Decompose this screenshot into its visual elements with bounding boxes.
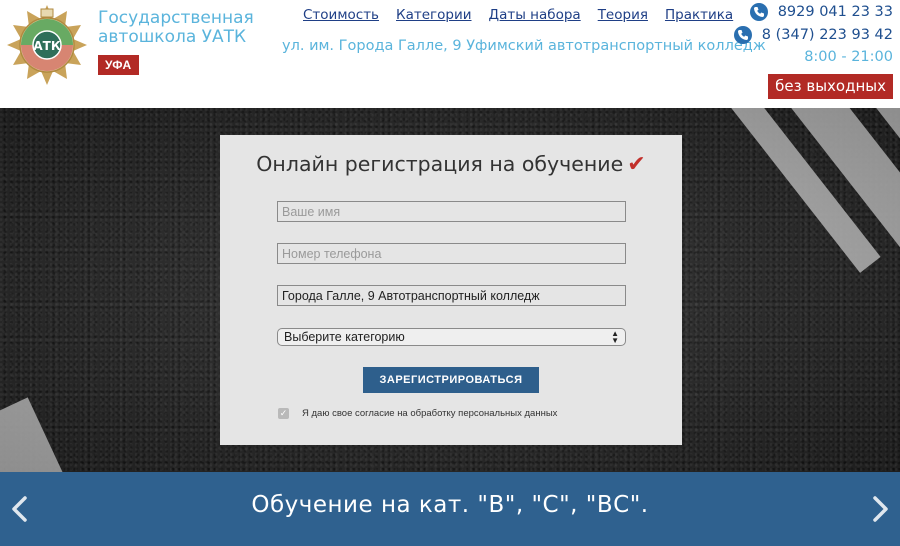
school-name[interactable]: Государственная автошкола УАТК [98, 9, 254, 47]
form-title-text: Онлайн регистрация на обучение [256, 152, 624, 176]
nav-link-enrollment-dates[interactable]: Даты набора [489, 7, 581, 23]
school-name-line2: автошкола УАТК [98, 27, 247, 47]
school-name-line1: Государственная [98, 8, 254, 28]
working-hours: 8:00 - 21:00 [804, 49, 893, 65]
phone-mobile[interactable]: 8929 041 23 33 [749, 3, 893, 21]
consent-row: ✓ Я даю свое согласие на обработку персо… [278, 408, 557, 419]
name-input[interactable] [277, 201, 626, 222]
phone-landline-number: 8 (347) 223 93 42 [761, 27, 893, 43]
chevron-right-icon[interactable] [866, 494, 894, 524]
slider-banner: Обучение на кат. "В", "С", "ВС". [0, 472, 900, 546]
form-title: Онлайн регистрация на обучение ✔ [220, 152, 682, 177]
nav-link-categories[interactable]: Категории [396, 7, 472, 23]
school-address: ул. им. Города Галле, 9 Уфимский автотра… [282, 38, 766, 54]
phone-input[interactable] [277, 243, 626, 264]
category-select-value: Выберите категорию [284, 330, 405, 344]
no-days-off-badge: без выходных [768, 74, 893, 99]
main-nav: Стоимость Категории Даты набора Теория П… [303, 7, 750, 23]
nav-link-practice[interactable]: Практика [665, 7, 733, 23]
school-logo[interactable]: АТК [7, 5, 87, 85]
nav-link-theory[interactable]: Теория [598, 7, 648, 23]
registration-form: Онлайн регистрация на обучение✔ Выберите… [220, 135, 682, 445]
consent-label: Я даю свое согласие на обработку персона… [302, 408, 558, 419]
phone-icon [733, 26, 752, 44]
address-input[interactable] [277, 285, 626, 306]
consent-checkbox[interactable]: ✓ [278, 408, 289, 419]
checkmark-icon: ✔ [627, 152, 646, 177]
register-button[interactable]: ЗАРЕГИСТРИРОВАТЬСЯ [363, 367, 539, 393]
phone-landline[interactable]: 8 (347) 223 93 42 [733, 26, 893, 44]
category-select[interactable]: Выберите категорию ▲ ▼ [277, 328, 626, 346]
phone-icon [749, 3, 768, 21]
slide-caption: Обучение на кат. "В", "С", "ВС". [251, 492, 649, 518]
select-arrows-icon: ▲ ▼ [611, 329, 619, 345]
city-badge: УФА [98, 55, 139, 75]
site-header: АТК Государственная автошкола УАТК УФА С… [0, 0, 900, 108]
phone-mobile-number: 8929 041 23 33 [777, 4, 893, 20]
logo-lettering: АТК [33, 39, 60, 53]
nav-link-price[interactable]: Стоимость [303, 7, 379, 23]
